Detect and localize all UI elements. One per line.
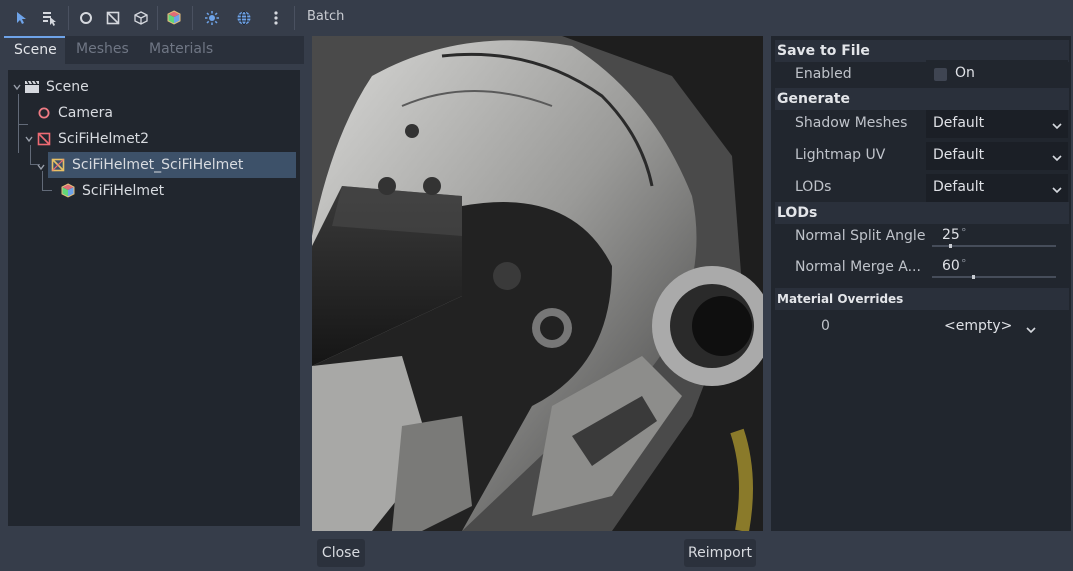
reimport-button[interactable]: Reimport <box>684 539 756 567</box>
circle-icon[interactable] <box>74 6 98 30</box>
section-generate[interactable]: Generate <box>775 88 1069 110</box>
globe-icon[interactable] <box>232 6 256 30</box>
tree-item-camera[interactable]: Camera <box>36 100 113 126</box>
camera-circle-icon <box>36 105 52 121</box>
section-save-to-file[interactable]: Save to File <box>775 40 1069 62</box>
slider-track[interactable] <box>932 276 1056 278</box>
override-value: <empty> <box>944 318 1013 334</box>
tree-item-scifihelmet2[interactable]: SciFiHelmet2 <box>24 126 149 152</box>
3d-preview-viewport[interactable] <box>312 36 763 531</box>
normal-merge-angle-spinbox[interactable]: 60 ° <box>926 255 1068 283</box>
helmet-preview-image <box>312 36 763 531</box>
shadow-meshes-dropdown[interactable]: Default <box>926 110 1068 138</box>
node3d-icon <box>36 131 52 147</box>
enabled-checkbox[interactable]: On <box>926 60 1068 88</box>
scene-panel: Scene Meshes Materials Scene Camera SciF… <box>0 36 306 531</box>
lods-dropdown[interactable]: Default <box>926 174 1068 202</box>
tree-item-scifihelmet-scifihelmet[interactable]: SciFiHelmet_SciFiHelmet <box>48 152 296 178</box>
tree-item-label: Camera <box>58 105 113 121</box>
tree-item-label: SciFiHelmet <box>82 183 165 199</box>
slider-grabber[interactable] <box>972 275 975 279</box>
close-button[interactable]: Close <box>317 539 365 567</box>
slider-grabber[interactable] <box>949 244 952 248</box>
select-arrow-icon[interactable] <box>9 6 33 30</box>
toolbar: Batch <box>0 0 1073 36</box>
list-select-icon[interactable] <box>37 6 61 30</box>
normal-split-angle-label: Normal Split Angle <box>795 228 926 244</box>
shadow-meshes-label: Shadow Meshes <box>795 115 908 131</box>
override-index: 0 <box>821 318 830 334</box>
more-vertical-icon[interactable] <box>264 6 288 30</box>
import-settings-panel: Save to File Enabled On Generate Shadow … <box>771 36 1071 531</box>
color-cube-icon[interactable] <box>162 6 186 30</box>
tab-meshes[interactable]: Meshes <box>66 36 139 64</box>
spinbox-value: 25 <box>942 227 960 243</box>
tab-scene[interactable]: Scene <box>4 36 65 64</box>
degree-unit: ° <box>961 257 967 270</box>
collapse-arrow-icon[interactable] <box>36 160 46 176</box>
spinbox-value: 60 <box>942 258 960 274</box>
tab-materials[interactable]: Materials <box>139 36 223 64</box>
chevron-down-icon <box>1052 182 1062 198</box>
mesh-cube-icon <box>60 183 76 199</box>
tree-item-scene[interactable]: Scene <box>12 74 89 100</box>
batch-label[interactable]: Batch <box>307 9 344 24</box>
tree-item-label: SciFiHelmet_SciFiHelmet <box>72 157 244 173</box>
mesh-instance-icon[interactable] <box>101 6 125 30</box>
clapperboard-icon <box>24 79 40 95</box>
sun-icon[interactable] <box>200 6 224 30</box>
degree-unit: ° <box>961 226 967 239</box>
enabled-value: On <box>955 65 975 81</box>
scene-tree: Scene Camera SciFiHelmet2 SciFiHelmet_Sc… <box>8 70 300 526</box>
chevron-down-icon <box>1052 118 1062 134</box>
section-material-overrides[interactable]: Material Overrides <box>775 288 1069 310</box>
section-lods[interactable]: LODs <box>775 202 1069 224</box>
lightmap-uv-dropdown[interactable]: Default <box>926 142 1068 170</box>
chevron-down-icon <box>1052 150 1062 166</box>
chevron-down-icon <box>1026 322 1036 338</box>
lightmap-uv-label: Lightmap UV <box>795 147 886 163</box>
collapse-arrow-icon[interactable] <box>24 131 34 147</box>
collapse-arrow-icon[interactable] <box>12 79 22 95</box>
lods-label: LODs <box>795 179 832 195</box>
box-icon[interactable] <box>129 6 153 30</box>
checkbox-icon[interactable] <box>934 68 947 81</box>
dropdown-value: Default <box>933 147 985 163</box>
enabled-label: Enabled <box>795 66 852 82</box>
node3d-icon <box>50 157 66 173</box>
normal-split-angle-spinbox[interactable]: 25 ° <box>926 224 1068 252</box>
material-override-picker[interactable]: <empty> <box>931 312 1041 340</box>
dropdown-value: Default <box>933 115 985 131</box>
tree-item-label: Scene <box>46 79 89 95</box>
tree-item-label: SciFiHelmet2 <box>58 131 150 147</box>
dropdown-value: Default <box>933 179 985 195</box>
normal-merge-angle-label: Normal Merge A... <box>795 259 921 275</box>
tab-bar: Scene Meshes Materials <box>4 36 304 64</box>
tree-item-scifihelmet[interactable]: SciFiHelmet <box>60 178 164 204</box>
